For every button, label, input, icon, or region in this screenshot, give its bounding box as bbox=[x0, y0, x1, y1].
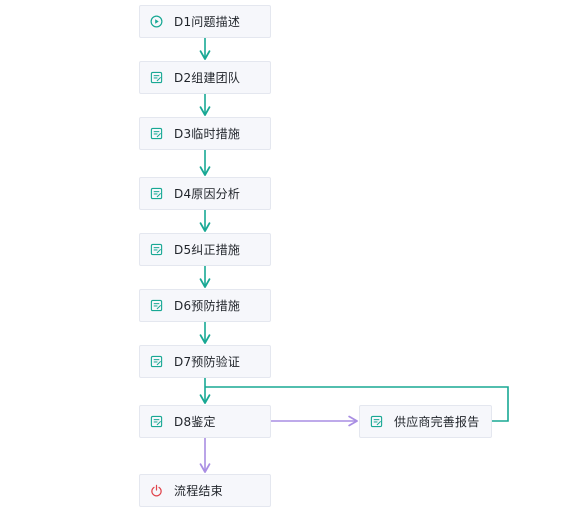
node-d8[interactable]: D8鉴定 bbox=[139, 405, 271, 438]
form-icon bbox=[149, 127, 163, 141]
node-d6[interactable]: D6预防措施 bbox=[139, 289, 271, 322]
form-icon bbox=[149, 243, 163, 257]
form-icon bbox=[149, 71, 163, 85]
form-icon bbox=[369, 415, 383, 429]
node-label: D6预防措施 bbox=[174, 299, 241, 313]
node-label: D2组建团队 bbox=[174, 71, 241, 85]
node-d2[interactable]: D2组建团队 bbox=[139, 61, 271, 94]
power-icon bbox=[149, 484, 163, 498]
node-label: 流程结束 bbox=[174, 484, 223, 498]
node-d5[interactable]: D5纠正措施 bbox=[139, 233, 271, 266]
form-icon bbox=[149, 299, 163, 313]
node-d4[interactable]: D4原因分析 bbox=[139, 177, 271, 210]
node-label: D5纠正措施 bbox=[174, 243, 241, 257]
node-label: D1问题描述 bbox=[174, 15, 241, 29]
node-label: D7预防验证 bbox=[174, 355, 241, 369]
node-d3[interactable]: D3临时措施 bbox=[139, 117, 271, 150]
form-icon bbox=[149, 355, 163, 369]
form-icon bbox=[149, 415, 163, 429]
play-circle-icon bbox=[149, 15, 163, 29]
node-label: 供应商完善报告 bbox=[394, 415, 480, 429]
node-supplier-report[interactable]: 供应商完善报告 bbox=[359, 405, 492, 438]
node-d1[interactable]: D1问题描述 bbox=[139, 5, 271, 38]
node-label: D4原因分析 bbox=[174, 187, 241, 201]
flowchart-canvas: D1问题描述 D2组建团队 D3临时措施 D4原因分析 D5纠正措施 D6预防措… bbox=[0, 0, 563, 510]
form-icon bbox=[149, 187, 163, 201]
node-label: D8鉴定 bbox=[174, 415, 216, 429]
node-end[interactable]: 流程结束 bbox=[139, 474, 271, 507]
node-label: D3临时措施 bbox=[174, 127, 241, 141]
node-d7[interactable]: D7预防验证 bbox=[139, 345, 271, 378]
